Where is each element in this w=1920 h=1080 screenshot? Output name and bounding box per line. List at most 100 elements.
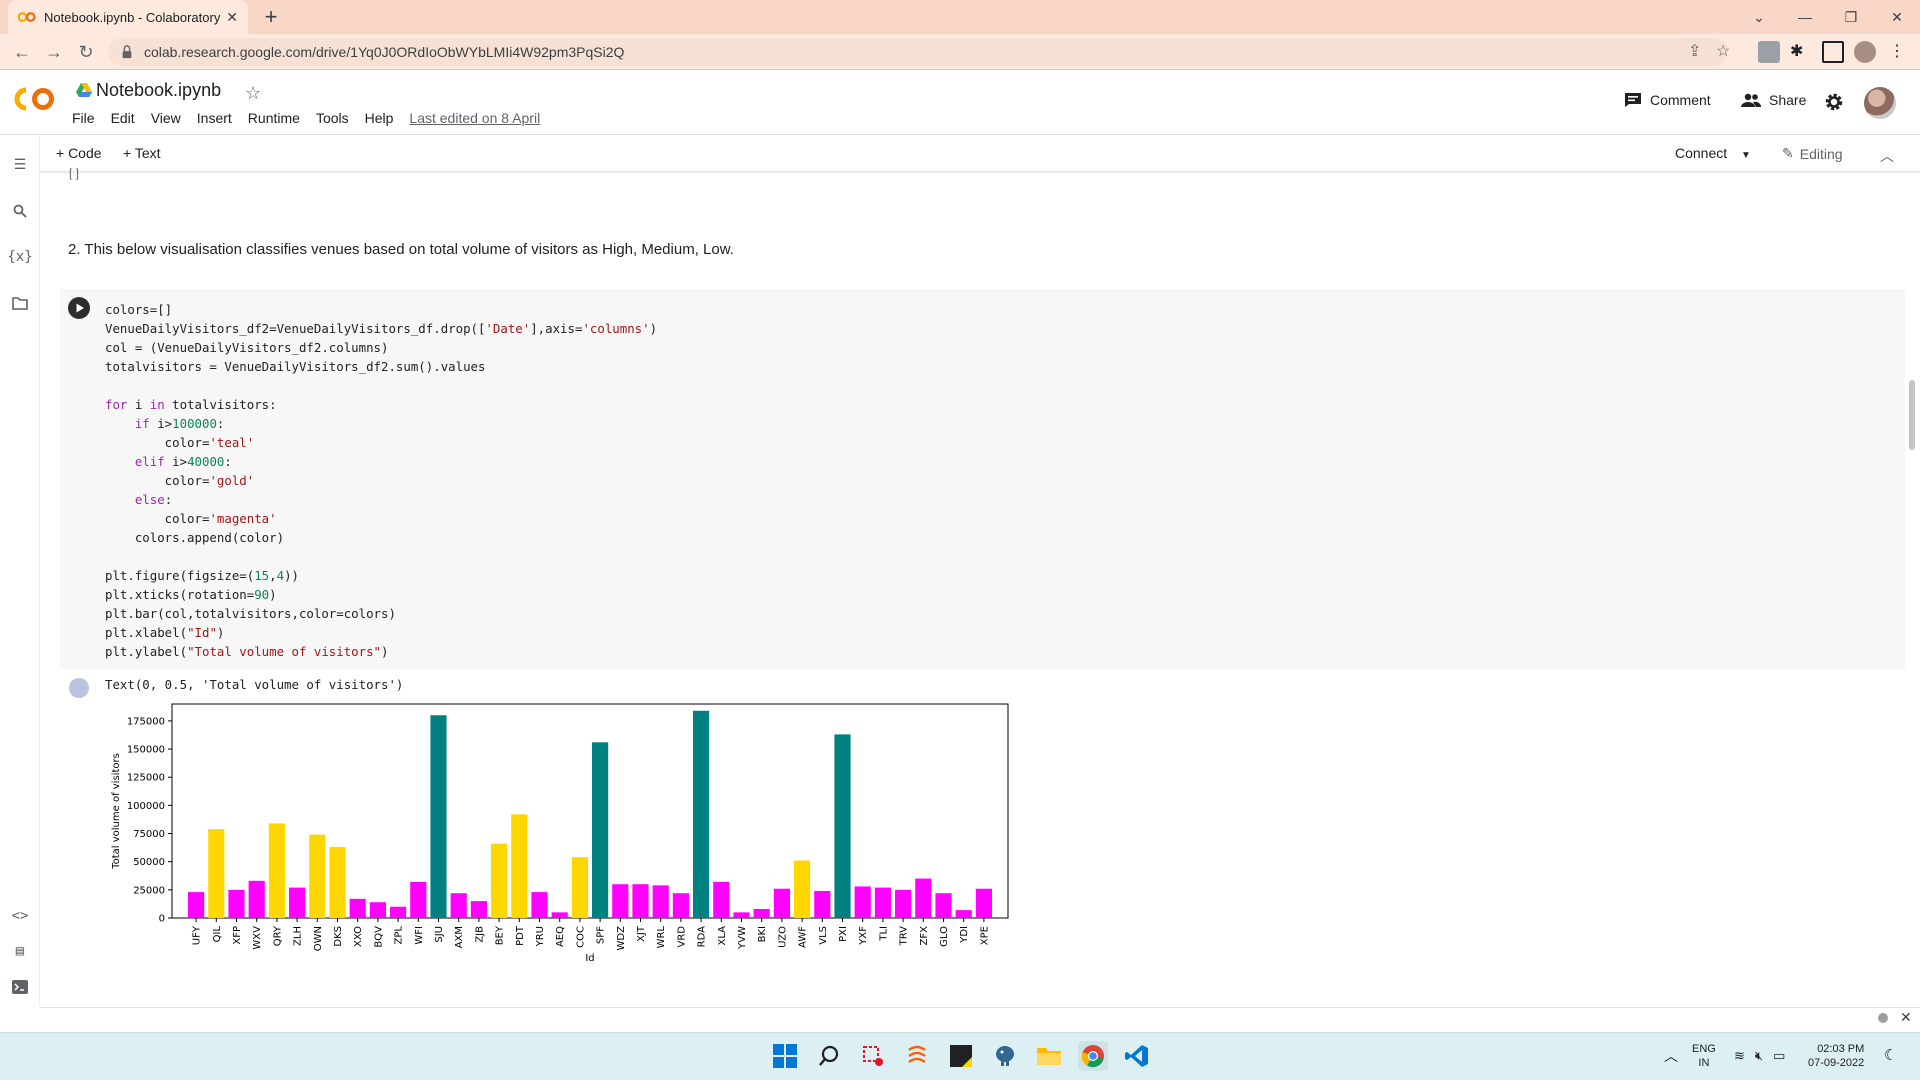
file-explorer-icon[interactable]: [1034, 1041, 1064, 1071]
tray-chevron-up-icon[interactable]: ︿: [1664, 1046, 1678, 1066]
snipping-tool-icon[interactable]: [858, 1041, 888, 1071]
last-edited-link[interactable]: Last edited on 8 April: [409, 110, 548, 126]
menu-runtime[interactable]: Runtime: [248, 110, 308, 126]
menu-file[interactable]: File: [72, 110, 103, 126]
browser-tab[interactable]: Notebook.ipynb - Colaboratory ✕: [8, 0, 248, 34]
output-avatar-icon: [69, 678, 89, 698]
clock[interactable]: 02:03 PM 07-09-2022: [1808, 1042, 1864, 1070]
bar: [652, 885, 669, 918]
x-tick-label: XFP: [232, 926, 243, 945]
menu-help[interactable]: Help: [365, 110, 402, 126]
puzzle-icon[interactable]: ✱: [1790, 41, 1812, 63]
bar: [895, 889, 912, 918]
windows-start-icon[interactable]: [770, 1041, 800, 1071]
notebook-title[interactable]: Notebook.ipynb: [96, 80, 221, 101]
connect-button[interactable]: Connect ▼: [1675, 145, 1751, 161]
x-tick-label: AXM: [454, 926, 465, 948]
address-bar[interactable]: colab.research.google.com/drive/1Yq0J0OR…: [108, 38, 1728, 66]
x-tick-label: YDI: [959, 926, 970, 944]
x-tick-label: YXF: [858, 926, 869, 946]
forward-icon[interactable]: →: [42, 40, 66, 64]
bar: [874, 887, 891, 918]
code-line: plt.ylabel("Total volume of visitors"): [105, 644, 389, 659]
status-close-icon[interactable]: ✕: [1900, 1009, 1912, 1026]
system-tray-icons[interactable]: ≋ 🔇︎ ▭: [1734, 1048, 1785, 1064]
command-palette-icon[interactable]: ▤: [10, 941, 30, 961]
add-code-button[interactable]: + Code: [56, 145, 102, 161]
search-icon[interactable]: [814, 1041, 844, 1071]
output-text: Text(0, 0.5, 'Total volume of visitors'): [105, 677, 404, 692]
extension-icon[interactable]: [1758, 41, 1780, 63]
notifications-moon-icon[interactable]: ☾: [1884, 1046, 1897, 1064]
colab-logo-icon[interactable]: [12, 86, 56, 112]
terminal-icon[interactable]: [10, 977, 30, 997]
variables-icon[interactable]: {x}: [7, 247, 32, 267]
menu-tools[interactable]: Tools: [316, 110, 357, 126]
settings-gear-icon[interactable]: [1824, 92, 1844, 112]
star-icon[interactable]: ☆: [245, 83, 261, 104]
paint-app-icon[interactable]: [902, 1041, 932, 1071]
bar: [814, 890, 831, 918]
wifi-icon[interactable]: ≋: [1734, 1048, 1745, 1064]
comment-button[interactable]: Comment: [1624, 92, 1711, 108]
clock-time: 02:03 PM: [1817, 1043, 1865, 1055]
bar: [632, 884, 649, 918]
tab-close-icon[interactable]: ✕: [226, 9, 238, 26]
cell-toolbar: [40, 136, 1920, 172]
table-of-contents-icon[interactable]: ☰: [10, 155, 30, 175]
files-folder-icon[interactable]: [10, 293, 30, 313]
menu-edit[interactable]: Edit: [111, 110, 143, 126]
profile-avatar-icon[interactable]: [1854, 41, 1876, 63]
run-cell-button[interactable]: [68, 297, 90, 319]
side-panel-icon[interactable]: [1822, 41, 1844, 63]
bar: [450, 893, 467, 918]
new-tab-button[interactable]: +: [258, 4, 284, 30]
vscode-icon[interactable]: [1122, 1041, 1152, 1071]
editing-mode-button[interactable]: ✎ Editing: [1782, 145, 1843, 162]
restore-button[interactable]: ❐: [1828, 0, 1874, 34]
bar: [672, 893, 689, 918]
x-tick-label: SPF: [596, 926, 607, 944]
x-tick-label: XLA: [717, 926, 728, 946]
bar: [228, 889, 245, 918]
share-button[interactable]: Share: [1741, 92, 1806, 108]
code-line: else:: [134, 492, 173, 507]
bar: [753, 908, 770, 918]
dropdown-caret-icon[interactable]: ▼: [1741, 150, 1751, 161]
chrome-icon[interactable]: [1078, 1041, 1108, 1071]
sticky-notes-icon[interactable]: [946, 1041, 976, 1071]
share-page-icon[interactable]: ⇪: [1688, 41, 1710, 63]
menu-insert[interactable]: Insert: [197, 110, 240, 126]
bookmark-star-icon[interactable]: ☆: [1716, 41, 1738, 63]
postgres-elephant-icon[interactable]: [990, 1041, 1020, 1071]
code-snippets-icon[interactable]: <>: [10, 906, 30, 926]
language-indicator[interactable]: ENG IN: [1692, 1042, 1716, 1070]
tab-search-icon[interactable]: ⌄: [1736, 0, 1782, 34]
code-line: plt.xticks(rotation=90): [105, 587, 277, 602]
menu-view[interactable]: View: [151, 110, 189, 126]
battery-icon[interactable]: ▭: [1773, 1048, 1785, 1064]
add-text-button[interactable]: + Text: [123, 145, 161, 161]
browser-tab-strip: [0, 0, 1920, 34]
bar: [430, 715, 447, 918]
bar: [491, 843, 508, 918]
bar: [773, 888, 790, 918]
bar: [571, 857, 588, 918]
bar: [289, 887, 306, 918]
volume-muted-icon[interactable]: 🔇︎: [1755, 1048, 1763, 1064]
bar-chart: 0 25000 50000 75000 100000 125000 150000 175000…: [111, 703, 1009, 964]
chevron-up-icon[interactable]: ︿: [1880, 146, 1894, 166]
minimize-button[interactable]: —: [1782, 0, 1828, 34]
back-icon[interactable]: ←: [10, 40, 34, 64]
search-icon[interactable]: [10, 201, 30, 221]
window-close-button[interactable]: ✕: [1874, 0, 1920, 34]
browser-menu-icon[interactable]: ⋮: [1886, 41, 1908, 63]
code-line: col = (VenueDailyVisitors_df2.columns): [105, 340, 389, 355]
code-editor[interactable]: colors=[] VenueDailyVisitors_df2=VenueDai…: [105, 300, 657, 661]
x-tick-label: WFI: [414, 926, 425, 945]
reload-icon[interactable]: ↻: [74, 40, 98, 64]
tab-title: Notebook.ipynb - Colaboratory: [44, 9, 221, 25]
scrollbar-thumb[interactable]: [1909, 380, 1915, 450]
x-tick-label: ZFX: [919, 926, 930, 946]
user-avatar[interactable]: [1864, 87, 1896, 119]
